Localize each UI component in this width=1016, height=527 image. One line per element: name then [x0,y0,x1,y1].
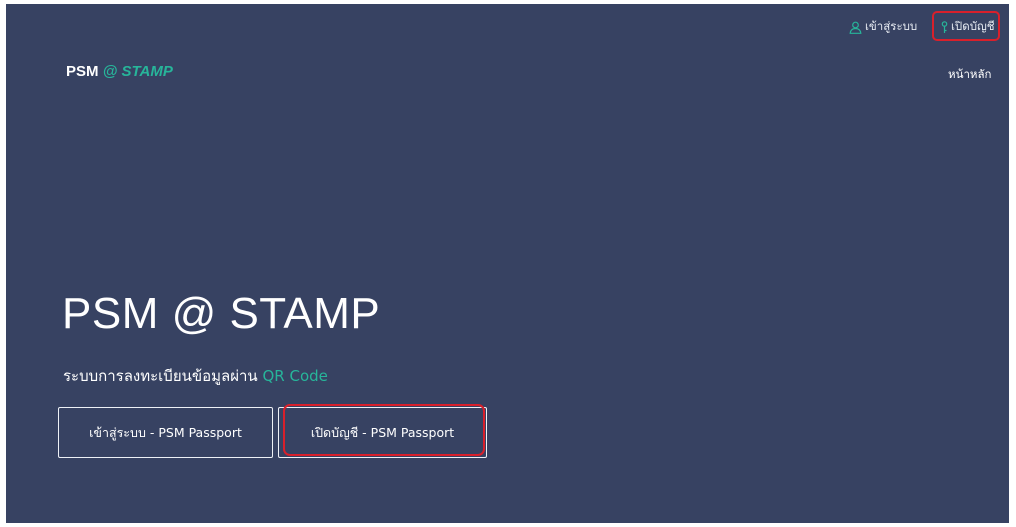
nav-home-link[interactable]: หน้าหลัก [948,66,992,84]
register-psm-passport-button[interactable]: เปิดบัญชี - PSM Passport [278,407,487,458]
login-psm-passport-button[interactable]: เข้าสู่ระบบ - PSM Passport [58,407,273,458]
user-icon [849,21,862,34]
top-login-label: เข้าสู่ระบบ [865,19,918,33]
top-register-label: เปิดบัญชี [951,19,995,33]
hero-subtitle-text: ระบบการลงทะเบียนข้อมูลผ่าน [63,367,258,385]
hero-title: PSM @ STAMP [62,289,381,338]
hero-subtitle-accent: QR Code [262,367,328,385]
key-icon [941,20,948,34]
brand-logo[interactable]: PSM @ STAMP [66,63,173,80]
hero-subtitle: ระบบการลงทะเบียนข้อมูลผ่าน QR Code [63,364,328,388]
brand-prefix: PSM [66,63,99,80]
top-login-link[interactable]: เข้าสู่ระบบ [849,18,917,36]
page-background: เข้าสู่ระบบ เปิดบัญชี PSM @ STAMP หน้าหล… [6,4,1009,523]
brand-accent: @ STAMP [102,63,173,80]
top-register-link[interactable]: เปิดบัญชี [941,18,995,36]
